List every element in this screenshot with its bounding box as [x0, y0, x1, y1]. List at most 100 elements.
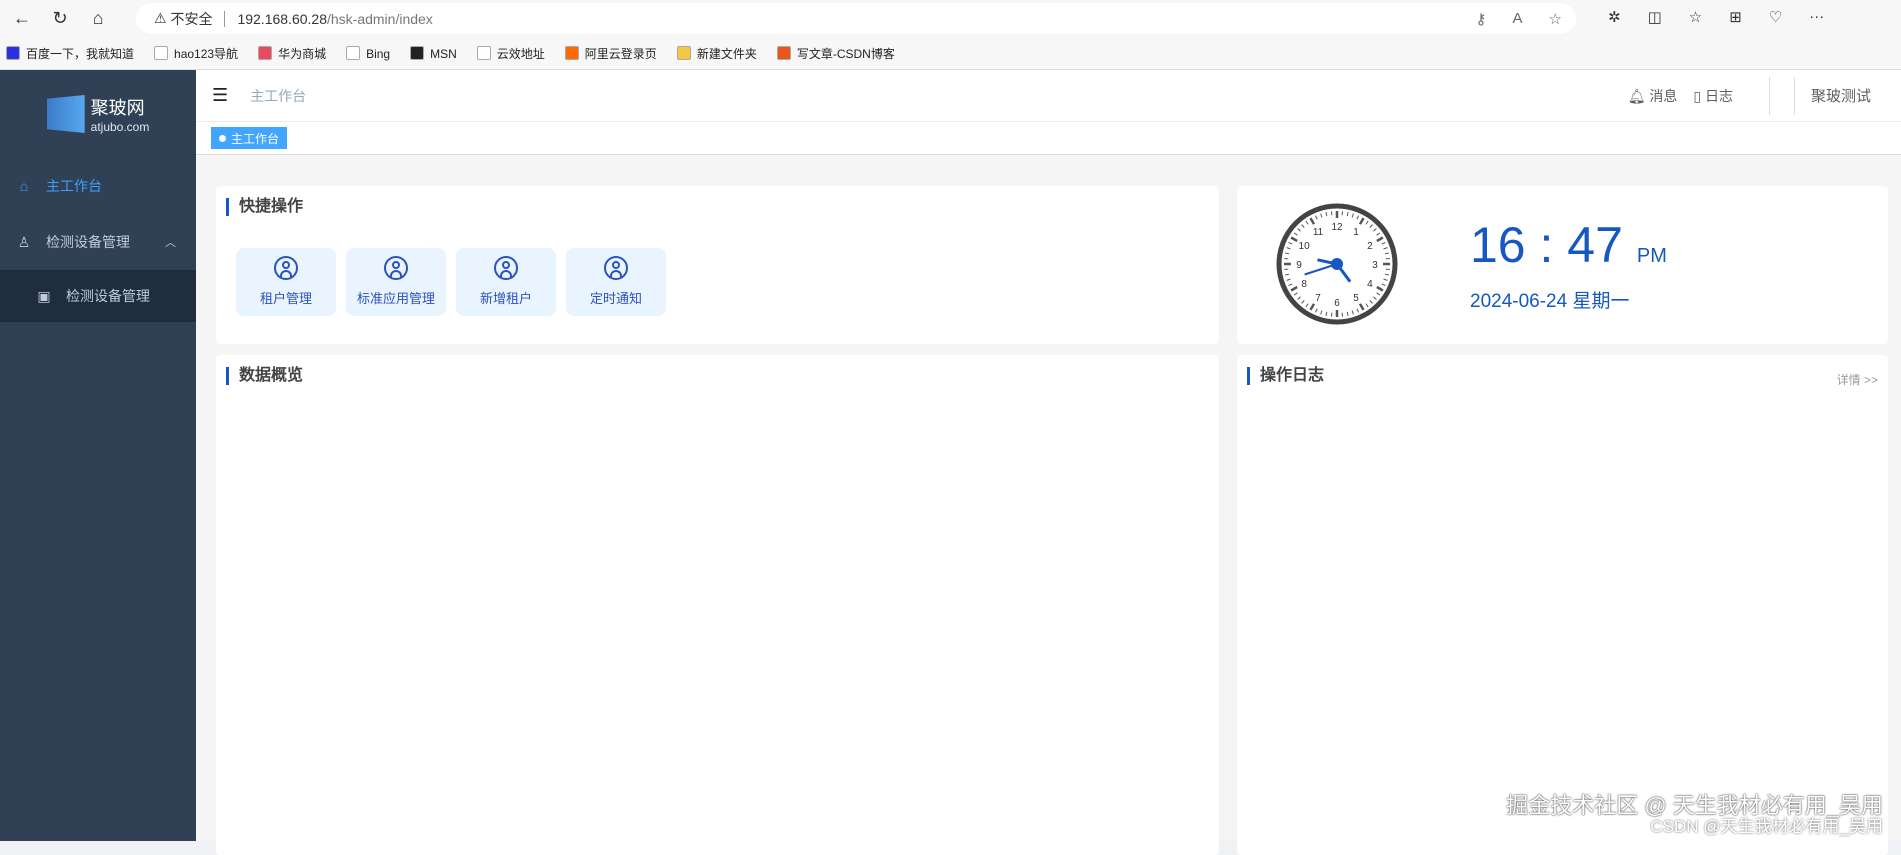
user-circle-icon	[384, 256, 408, 280]
bookmark-label: MSN	[430, 47, 457, 61]
collections-icon[interactable]: ⊞	[1729, 8, 1742, 26]
sidebar: 聚玻网atjubo.com ⌂ 主工作台 ♙ 检测设备管理 ︿ ▣ 检测设备管理	[0, 70, 196, 841]
security-label: 不安全	[170, 9, 212, 29]
user-name[interactable]: 聚玻测试	[1811, 85, 1871, 106]
refresh-icon[interactable]: ↻	[44, 8, 76, 29]
bookmark-label: hao123导航	[174, 47, 238, 61]
messages-button[interactable]: 🔔︎ 消息	[1628, 86, 1678, 106]
bookmark-label: 新建文件夹	[697, 47, 757, 61]
messages-label: 消息	[1649, 88, 1677, 104]
sidebar-subitem-device-management[interactable]: ▣ 检测设备管理	[0, 270, 196, 322]
chevron-up-icon: ︿	[165, 234, 176, 250]
back-icon[interactable]: ←	[6, 8, 38, 29]
url-host: 192.168.60.28	[237, 11, 327, 27]
bell-icon: 🔔︎	[1628, 88, 1646, 104]
clock-number: 11	[1313, 227, 1324, 238]
clock-number: 9	[1296, 260, 1302, 271]
bookmark-item[interactable]: 云效地址	[477, 45, 545, 62]
bookmark-item[interactable]: 阿里云登录页	[565, 45, 657, 62]
home-icon: ⌂	[16, 178, 32, 194]
sidebar-item-label: 主工作台	[46, 176, 102, 196]
bookmark-label: 写文章-CSDN博客	[797, 47, 895, 61]
logs-button[interactable]: ▯ 日志	[1693, 86, 1733, 106]
quick-standard-app-management[interactable]: 标准应用管理	[346, 248, 446, 316]
browser-toolbar: ← ↻ ⌂ ⚠ 不安全 192.168.60.28/hsk-admin/inde…	[0, 0, 1901, 37]
bookmark-icon	[346, 46, 360, 60]
logo-domain: atjubo.com	[91, 120, 150, 134]
split-screen-icon[interactable]: ◫	[1648, 8, 1662, 26]
ampm: PM	[1637, 245, 1667, 267]
document-icon: ▯	[1693, 88, 1701, 104]
sidebar-item-dashboard[interactable]: ⌂ 主工作台	[0, 158, 196, 214]
header: ☰ 主工作台 🔔︎ 消息 ▯ 日志 聚玻测试	[196, 70, 1901, 122]
data-overview-card: 数据概览	[216, 355, 1219, 855]
breadcrumb: 主工作台	[250, 86, 306, 106]
quick-add-tenant[interactable]: 新增租户	[456, 248, 556, 316]
bookmark-icon	[6, 46, 20, 60]
logs-label: 日志	[1705, 88, 1733, 104]
clock-card: 123456789101112 16 : 47PM 2024-06-24 星期一	[1237, 186, 1888, 344]
operation-log-card: 操作日志 详情 >>	[1237, 355, 1888, 855]
card-title: 操作日志	[1247, 367, 1324, 385]
quick-scheduled-notice[interactable]: 定时通知	[566, 248, 666, 316]
clock-number: 7	[1315, 293, 1321, 304]
quick-label: 标准应用管理	[357, 291, 435, 306]
bookmark-icon	[410, 46, 424, 60]
tags-view: 主工作台	[196, 122, 1901, 155]
url-path: /hsk-admin/index	[327, 11, 433, 27]
home-icon[interactable]: ⌂	[82, 8, 114, 29]
health-icon[interactable]: ♡	[1769, 8, 1782, 26]
clock-center	[1331, 258, 1343, 270]
sidebar-item-label: 检测设备管理	[46, 232, 130, 252]
favorites-icon[interactable]: ☆	[1689, 8, 1702, 26]
user-circle-icon	[604, 256, 628, 280]
sidebar-item-label: 检测设备管理	[66, 286, 150, 306]
quick-tenant-management[interactable]: 租户管理	[236, 248, 336, 316]
clock-number: 12	[1331, 222, 1343, 233]
warning-icon: ⚠	[154, 10, 170, 27]
watermark: CSDN @天生我材必有用_吴用	[1650, 812, 1883, 837]
bookmark-icon	[154, 46, 168, 60]
read-aloud-icon[interactable]: A	[1513, 10, 1523, 28]
avatar[interactable]	[1769, 77, 1795, 115]
clock-number: 10	[1299, 241, 1311, 252]
user-icon: ♙	[16, 234, 32, 251]
bookmark-item[interactable]: MSN	[410, 46, 457, 61]
quick-label: 新增租户	[480, 291, 532, 306]
user-circle-icon	[494, 256, 518, 280]
grid-icon: ▣	[36, 288, 52, 305]
tag-dashboard[interactable]: 主工作台	[211, 127, 287, 149]
bookmark-item[interactable]: Bing	[346, 46, 390, 61]
more-icon[interactable]: ···	[1809, 8, 1824, 26]
bookmarks-bar: 百度一下，我就知道 hao123导航 华为商城 Bing MSN 云效地址 阿里云登录页 新建…	[0, 37, 1901, 70]
bookmark-item[interactable]: 新建文件夹	[677, 45, 757, 62]
bookmark-item[interactable]: hao123导航	[154, 45, 238, 62]
bookmark-label: 阿里云登录页	[585, 47, 657, 61]
bookmark-item[interactable]: 写文章-CSDN博客	[777, 45, 895, 62]
bookmark-item[interactable]: 华为商城	[258, 45, 326, 62]
digital-time: 16 : 47 PM	[1470, 216, 1667, 274]
details-link[interactable]: 详情 >>	[1837, 371, 1878, 388]
bookmark-label: 百度一下，我就知道	[26, 47, 134, 61]
clock-number: 4	[1367, 279, 1373, 290]
analog-clock: 123456789101112	[1275, 202, 1399, 326]
key-icon[interactable]: ⚷	[1476, 10, 1487, 28]
address-bar[interactable]: ⚠ 不安全 192.168.60.28/hsk-admin/index ⚷ A ☆	[136, 3, 1576, 34]
logo-icon	[47, 95, 85, 133]
bookmark-icon	[258, 46, 272, 60]
date-text: 2024-06-24 星期一	[1470, 286, 1629, 313]
tag-label: 主工作台	[231, 130, 279, 147]
logo[interactable]: 聚玻网atjubo.com	[0, 70, 196, 158]
extensions-icon[interactable]: ✲	[1608, 8, 1621, 26]
bookmark-item[interactable]: 百度一下，我就知道	[6, 45, 134, 62]
bookmark-label: 华为商城	[278, 47, 326, 61]
card-title: 数据概览	[226, 367, 303, 385]
sidebar-item-device-management[interactable]: ♙ 检测设备管理 ︿	[0, 214, 196, 270]
clock-number: 1	[1353, 227, 1359, 238]
quick-label: 租户管理	[260, 291, 312, 306]
logo-name: 聚玻网	[91, 94, 150, 120]
bookmark-label: Bing	[366, 47, 390, 61]
time-text: 16 : 47	[1470, 217, 1623, 273]
menu-toggle-icon[interactable]: ☰	[212, 85, 228, 106]
star-icon[interactable]: ☆	[1549, 10, 1562, 28]
